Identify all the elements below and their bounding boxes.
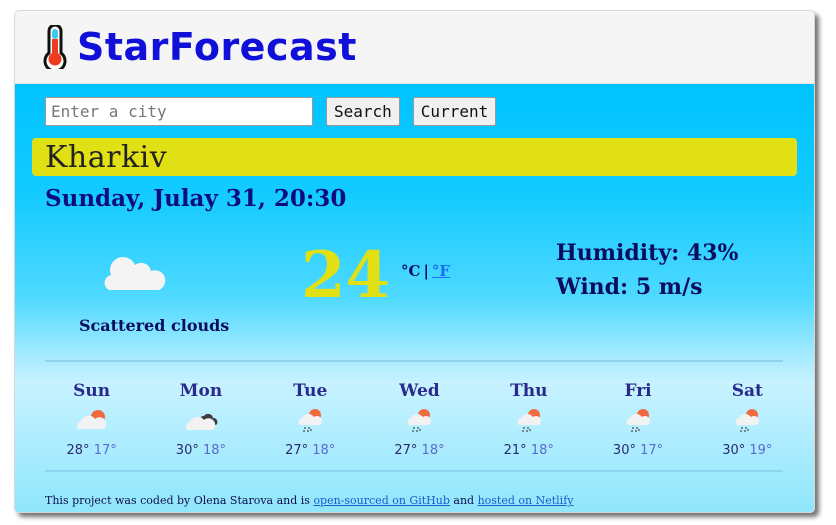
forecast-day: Fri 30° 17° (583, 381, 692, 458)
forecast-min: 17° (640, 443, 664, 458)
forecast-day: Thu 21° 18° (474, 381, 583, 458)
forecast-max: 30° (612, 443, 636, 458)
forecast-max: 28° (66, 443, 90, 458)
forecast-temps: 27° 18° (365, 443, 474, 458)
forecast-day-name: Sat (731, 381, 763, 401)
forecast-max: 30° (175, 443, 199, 458)
app-header: StarForecast (15, 11, 814, 84)
city-banner: Kharkiv (32, 138, 797, 176)
forecast-temps: 30° 18° (146, 443, 255, 458)
forecast-temps: 30° 19° (693, 443, 802, 458)
app-card: StarForecast Search Current Kharkiv Sund… (14, 10, 815, 513)
forecast-day-name: Fri (624, 381, 652, 401)
forecast-min: 18° (312, 443, 336, 458)
fahrenheit-link[interactable]: °F (432, 262, 450, 280)
broken-clouds-icon (185, 413, 218, 430)
celsius-unit[interactable]: °C (401, 262, 420, 280)
divider (45, 360, 783, 362)
forecast-day-name: Thu (510, 381, 548, 401)
rain-day-icon (517, 409, 541, 432)
few-clouds-day-icon (76, 410, 106, 429)
rain-day-icon (298, 409, 323, 432)
weather-description: Scattered clouds (79, 316, 230, 335)
city-search-input[interactable] (45, 97, 313, 126)
forecast-temps: 27° 18° (256, 443, 365, 458)
forecast-day: Sat 30° 19° (693, 381, 802, 458)
forecast-max: 27° (394, 443, 418, 458)
city-name: Kharkiv (45, 139, 168, 175)
weather-stats: Humidity: 43% Wind: 5 m/s (556, 236, 738, 304)
forecast-min: 18° (530, 443, 554, 458)
forecast-temps: 21° 18° (474, 443, 583, 458)
forecast-day-name: Wed (399, 381, 440, 401)
forecast-max: 21° (503, 443, 527, 458)
footer: This project was coded by Olena Starova … (45, 494, 573, 507)
divider (45, 470, 783, 472)
forecast-max: 30° (722, 443, 746, 458)
search-button[interactable]: Search (326, 97, 400, 126)
forecast-max: 27° (285, 443, 309, 458)
current-datetime: Sunday, Julay 31, 20:30 (45, 185, 347, 212)
brand-title: StarForecast (77, 25, 357, 69)
forecast-min: 19° (749, 443, 773, 458)
rain-day-icon (408, 409, 432, 432)
rain-day-icon (626, 409, 651, 432)
unit-toggle: °C | °F (401, 262, 450, 280)
unit-separator: | (423, 262, 429, 280)
scattered-clouds-icon (104, 257, 166, 290)
github-link[interactable]: open-sourced on GitHub (313, 494, 449, 507)
forecast-min: 17° (93, 443, 117, 458)
thermometer-icon (43, 25, 67, 69)
forecast-day-name: Mon (179, 381, 223, 401)
humidity: Humidity: 43% (556, 240, 739, 266)
forecast-row: Sun 28° 17° Mon 30° 18° Tue 27° 18° Wed … (37, 381, 802, 458)
weather-body: Search Current Kharkiv Sunday, Julay 31,… (15, 84, 814, 512)
forecast-min: 18° (202, 443, 227, 458)
forecast-temps: 28° 17° (37, 443, 146, 458)
forecast-min: 18° (421, 443, 445, 458)
footer-text: This project was coded by Olena Starova … (45, 494, 314, 507)
rain-day-icon (735, 409, 760, 432)
footer-text: and (449, 494, 478, 507)
current-location-button[interactable]: Current (412, 97, 497, 126)
forecast-day-name: Sun (73, 381, 111, 401)
forecast-day-name: Tue (293, 381, 328, 401)
forecast-day: Wed 27° 18° (365, 381, 474, 458)
current-temperature: 24 (301, 238, 391, 313)
wind: Wind: 5 m/s (556, 274, 703, 300)
forecast-day: Mon 30° 18° (146, 381, 255, 458)
netlify-link[interactable]: hosted on Netlify (478, 494, 574, 507)
search-form: Search Current (45, 97, 497, 126)
forecast-day: Sun 28° 17° (37, 381, 146, 458)
forecast-day: Tue 27° 18° (256, 381, 365, 458)
forecast-temps: 30° 17° (583, 443, 692, 458)
